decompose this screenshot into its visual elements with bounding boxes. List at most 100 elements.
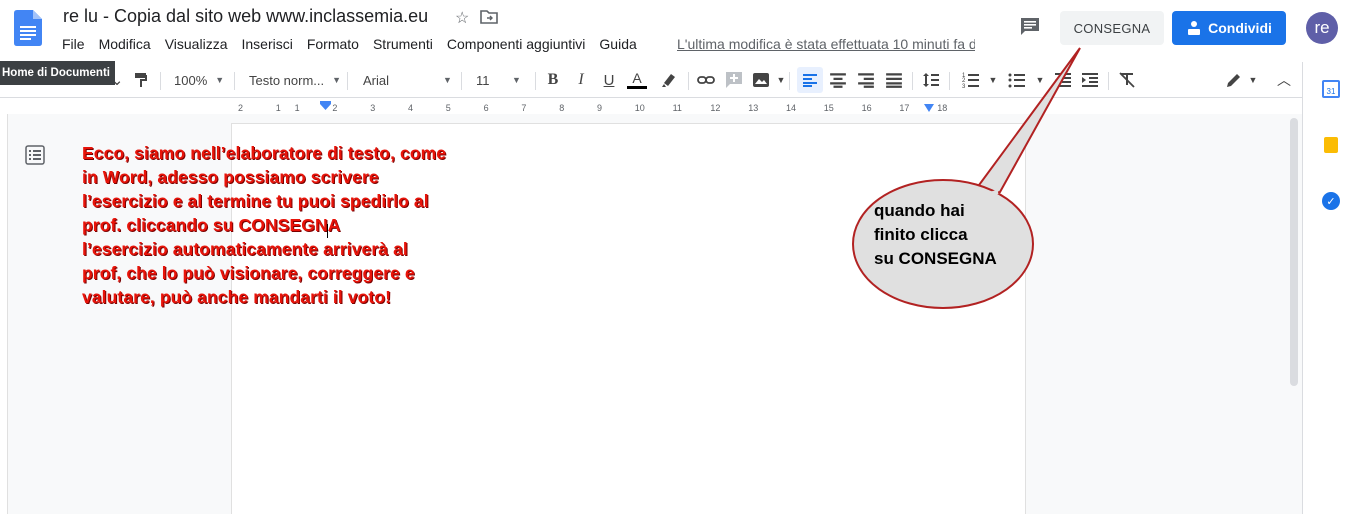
annotation-line: l’esercizio e al termine tu puoi spedirl… [82, 191, 429, 211]
ruler-number: 2 [332, 103, 338, 113]
font-value: Arial [363, 72, 390, 88]
ruler-number: 8 [559, 103, 565, 113]
style-select[interactable]: Testo norm... ▼ [249, 68, 341, 92]
docs-logo-icon[interactable] [14, 10, 42, 46]
menu-componenti-aggiuntivi[interactable]: Componenti aggiuntivi [447, 36, 586, 54]
menu-guida[interactable]: Guida [599, 36, 636, 54]
share-button-label: Condividi [1208, 20, 1272, 36]
paint-format-icon[interactable] [132, 71, 150, 89]
menu-modifica[interactable]: Modifica [99, 36, 151, 54]
bold-icon[interactable]: B [544, 71, 562, 89]
star-icon[interactable]: ☆ [455, 8, 469, 28]
clear-formatting-icon[interactable] [1118, 71, 1136, 89]
text-color-icon[interactable]: A [627, 71, 647, 89]
annotation-line: l’esercizio automaticamente arriverà al [82, 239, 408, 259]
align-left-icon[interactable] [797, 67, 823, 93]
chevron-down-icon[interactable]: ▼ [984, 71, 1002, 89]
link-icon[interactable] [697, 71, 715, 89]
avatar[interactable]: re [1306, 12, 1338, 44]
collapse-toolbar-icon[interactable]: ︿ [1275, 71, 1293, 89]
tasks-icon[interactable]: ✓ [1322, 192, 1340, 210]
annotation-line: Ecco, siamo nell’elaboratore di testo, c… [82, 143, 447, 163]
ruler-number: 1 [275, 103, 281, 113]
highlight-icon[interactable] [660, 71, 678, 89]
add-comment-icon[interactable] [725, 71, 743, 89]
chevron-down-icon: ▼ [443, 75, 452, 85]
ruler-number: 5 [445, 103, 451, 113]
menu-strumenti[interactable]: Strumenti [373, 36, 433, 54]
zoom-select[interactable]: 100% ▼ [174, 68, 224, 92]
zoom-value: 100% [174, 72, 208, 88]
ruler-number: 6 [483, 103, 489, 113]
chevron-down-icon[interactable]: ▼ [1244, 71, 1262, 89]
numbered-list-icon[interactable]: 123 [962, 71, 980, 89]
share-button[interactable]: Condividi [1172, 11, 1286, 45]
move-folder-icon[interactable] [480, 9, 498, 25]
callout-line: su CONSEGNA [874, 249, 997, 268]
toolbar-divider [461, 72, 462, 90]
ruler-number: 11 [672, 103, 682, 113]
document-title[interactable]: re lu - Copia dal sito web www.inclassem… [63, 6, 428, 27]
align-center-icon[interactable] [829, 71, 847, 89]
menu-formato[interactable]: Formato [307, 36, 359, 54]
keep-icon[interactable] [1324, 137, 1338, 153]
ruler-number: 4 [408, 103, 414, 113]
side-panel [1302, 62, 1358, 514]
chevron-down-icon[interactable]: ▼ [1031, 71, 1049, 89]
bulleted-list-icon[interactable] [1008, 71, 1026, 89]
menu-file[interactable]: File [62, 36, 85, 54]
toolbar-divider [160, 72, 161, 90]
toolbar-divider [234, 72, 235, 90]
menu-inserisci[interactable]: Inserisci [241, 36, 292, 54]
align-right-icon[interactable] [857, 71, 875, 89]
pencil-edit-icon[interactable] [1225, 71, 1243, 89]
toolbar-divider [535, 72, 536, 90]
ruler-number: 1 [294, 103, 300, 113]
ruler-number: 18 [937, 103, 948, 113]
chevron-down-icon: ▼ [512, 75, 521, 85]
toolbar-divider [912, 72, 913, 90]
consegna-button[interactable]: CONSEGNA [1060, 11, 1164, 45]
style-value: Testo norm... [249, 72, 325, 88]
font-size-select[interactable]: 11 ▼ [476, 68, 521, 92]
ruler-number: 3 [370, 103, 376, 113]
toolbar-divider [688, 72, 689, 90]
left-indent-marker-icon[interactable] [320, 101, 331, 110]
annotation-text-block: Ecco, siamo nell’elaboratore di testo, c… [82, 141, 512, 309]
comment-icon[interactable] [1019, 17, 1041, 37]
line-spacing-icon[interactable] [922, 71, 940, 89]
ruler-number: 17 [899, 103, 910, 113]
menu-bar: File Modifica Visualizza Inserisci Forma… [62, 36, 651, 54]
italic-icon[interactable]: I [572, 71, 590, 89]
callout-line: quando hai [874, 201, 965, 220]
annotation-line: prof. cliccando su CONSEGNA [82, 215, 341, 235]
ruler-number: 13 [748, 103, 759, 113]
toolbar-divider [347, 72, 348, 90]
annotation-line: prof, che lo può visionare, correggere e [82, 263, 415, 283]
vertical-ruler [0, 114, 8, 514]
svg-text:3: 3 [962, 84, 966, 89]
ruler-number: 14 [786, 103, 797, 113]
tooltip: Home di Documenti [0, 61, 115, 85]
menu-visualizza[interactable]: Visualizza [165, 36, 228, 54]
callout-line: finito clicca [874, 225, 968, 244]
justify-icon[interactable] [885, 71, 903, 89]
last-edit-link[interactable]: L'ultima modifica è stata effettuata 10 … [677, 36, 975, 52]
chevron-down-icon: ▼ [215, 75, 225, 85]
toolbar-divider [949, 72, 950, 90]
chevron-down-icon[interactable]: ▼ [772, 71, 790, 89]
horizontal-ruler: 2 1 1 2 3 4 5 6 7 8 9 10 11 12 13 14 15 16 17 18 [0, 98, 1302, 114]
increase-indent-icon[interactable] [1081, 71, 1099, 89]
right-indent-marker-icon[interactable] [924, 104, 934, 112]
toolbar-divider [1108, 72, 1109, 90]
ruler-track: 2 1 1 2 3 4 5 6 7 8 9 10 11 12 13 14 15 16 17 18 [232, 101, 1022, 113]
decrease-indent-icon[interactable] [1054, 71, 1072, 89]
font-select[interactable]: Arial ▼ [363, 68, 452, 92]
annotation-line: in Word, adesso possiamo scrivere [82, 167, 379, 187]
underline-icon[interactable]: U [600, 71, 618, 89]
document-outline-icon[interactable] [25, 145, 45, 165]
calendar-icon[interactable]: 31 [1322, 80, 1340, 98]
text-cursor [327, 224, 328, 238]
vertical-scrollbar[interactable] [1290, 118, 1298, 386]
insert-image-icon[interactable] [752, 71, 770, 89]
